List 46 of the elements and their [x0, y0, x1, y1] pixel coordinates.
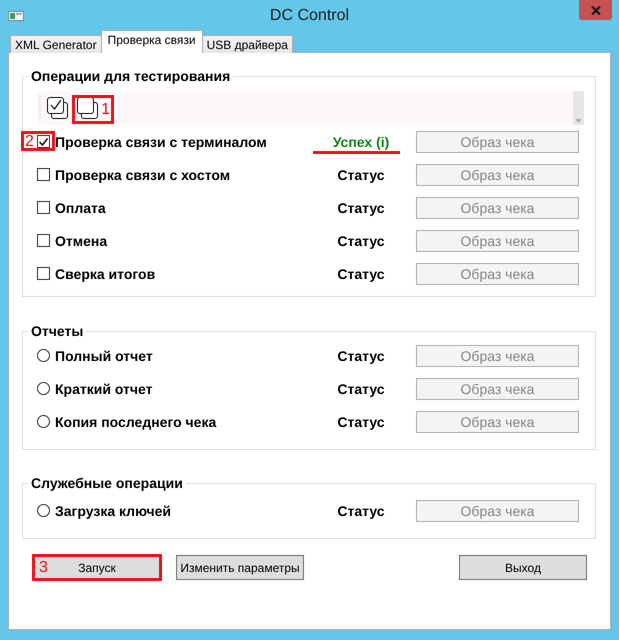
status-text: Успех (i)	[332, 134, 390, 150]
tab[interactable]: USB драйвера	[202, 35, 293, 53]
checkmark-icon	[39, 138, 48, 146]
option-label: Сверка итогов	[55, 266, 156, 282]
app-icon	[8, 11, 24, 21]
tab[interactable]: XML Generator	[10, 35, 102, 53]
checkbox[interactable]	[37, 234, 50, 247]
option-label: Проверка связи с терминалом	[55, 134, 268, 150]
tab[interactable]: Проверка связи	[100, 30, 203, 53]
checkbox[interactable]	[37, 135, 50, 148]
group-title: Отчеты	[30, 323, 84, 339]
action-button[interactable]: Выход	[459, 555, 587, 580]
radio-button[interactable]	[37, 415, 50, 428]
checkbox[interactable]	[37, 267, 50, 280]
option-label: Копия последнего чека	[55, 414, 218, 430]
status-text: Статус	[337, 380, 385, 396]
window-title: DC Control	[270, 6, 350, 26]
status-text: Статус	[337, 200, 385, 216]
option-label: Оплата	[55, 200, 107, 216]
option-label: Краткий отчет	[55, 380, 154, 396]
group-title: Операции для тестирования	[30, 68, 232, 84]
option-label: Загрузка ключей	[55, 502, 172, 518]
status-text: Статус	[337, 414, 385, 430]
checked-boxes-icon[interactable]	[47, 97, 68, 119]
scrollbar[interactable]	[573, 91, 584, 125]
close-icon	[590, 6, 600, 14]
status-text: Статус	[337, 348, 385, 364]
close-button[interactable]	[579, 0, 612, 20]
radio-button[interactable]	[37, 382, 50, 395]
action-button[interactable]: Изменить параметры	[176, 555, 304, 580]
status-text: Статус	[337, 266, 385, 282]
radio-button[interactable]	[37, 349, 50, 362]
status-text: Статус	[337, 502, 385, 518]
group-title: Служебные операции	[30, 475, 184, 491]
checkbox[interactable]	[37, 168, 50, 181]
option-label: Проверка связи с хостом	[55, 166, 232, 182]
status-text: Статус	[337, 166, 385, 182]
checkbox[interactable]	[37, 201, 50, 214]
option-label: Полный отчет	[55, 348, 154, 364]
radio-button[interactable]	[37, 504, 50, 517]
callout-number: 1	[101, 102, 110, 118]
callout-number: 2	[25, 134, 34, 150]
status-text: Статус	[337, 232, 385, 248]
option-label: Отмена	[55, 232, 108, 248]
empty-boxes-icon[interactable]	[77, 97, 98, 119]
callout-number: 3	[39, 560, 48, 576]
